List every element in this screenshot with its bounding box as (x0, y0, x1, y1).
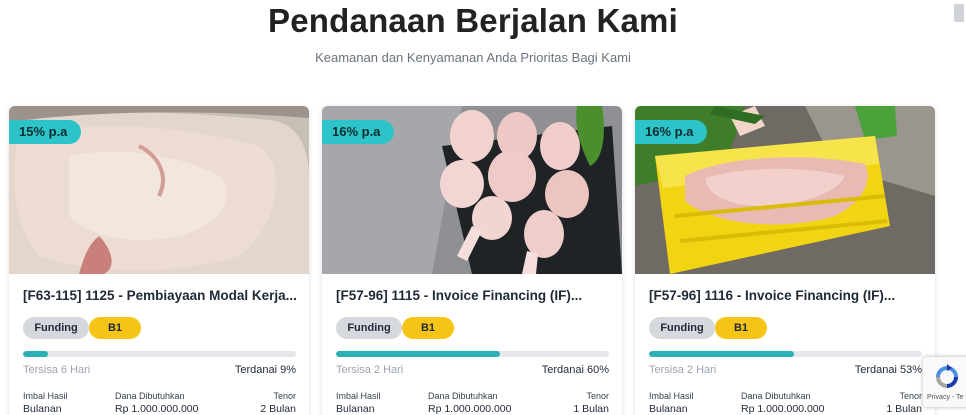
funding-progress-fill (23, 351, 48, 357)
remaining-days: Tersisa 6 Hari (23, 364, 91, 376)
tenor-label: Tenor (273, 391, 296, 401)
return-value: Bulanan (649, 403, 688, 415)
funding-card[interactable]: 15% p.a [F63-115] 1125 - Pembiayaan Moda… (9, 106, 309, 415)
recaptcha-privacy-link[interactable]: Privacy - Te (927, 394, 963, 401)
remaining-days: Tersisa 2 Hari (649, 364, 717, 376)
needed-label: Dana Dibutuhkan (115, 391, 185, 401)
needed-value: Rp 1.000.000.000 (115, 403, 199, 415)
funded-percent: Terdanai 53% (854, 364, 922, 376)
tenor-value: 1 Bulan (886, 403, 922, 415)
funding-progress-bar (336, 351, 609, 357)
recaptcha-badge[interactable]: Privacy - Te (923, 357, 966, 407)
scroll-edge-indicator (954, 4, 964, 22)
card-title[interactable]: [F57-96] 1115 - Invoice Financing (IF)..… (336, 288, 616, 303)
interest-rate-badge: 15% p.a (9, 120, 82, 144)
recaptcha-icon (936, 364, 958, 388)
card-title[interactable]: [F63-115] 1125 - Pembiayaan Modal Kerja.… (23, 288, 303, 303)
return-value: Bulanan (336, 403, 375, 415)
funded-percent: Terdanai 9% (234, 364, 296, 376)
interest-rate-badge: 16% p.a (322, 120, 395, 144)
tenor-label: Tenor (586, 391, 609, 401)
grade-tag: B1 (89, 317, 141, 339)
remaining-days: Tersisa 2 Hari (336, 364, 404, 376)
needed-label: Dana Dibutuhkan (741, 391, 811, 401)
interest-rate-badge: 16% p.a (635, 120, 708, 144)
funding-progress-fill (649, 351, 794, 357)
tenor-value: 2 Bulan (260, 403, 296, 415)
status-tag: Funding (649, 317, 715, 339)
return-value: Bulanan (23, 403, 62, 415)
needed-value: Rp 1.000.000.000 (428, 403, 512, 415)
status-tag: Funding (23, 317, 89, 339)
page-title: Pendanaan Berjalan Kami (268, 2, 678, 39)
page-subtitle: Keamanan dan Kenyamanan Anda Prioritas B… (315, 50, 631, 65)
needed-label: Dana Dibutuhkan (428, 391, 498, 401)
return-label: Imbal Hasil (649, 391, 694, 401)
return-label: Imbal Hasil (23, 391, 68, 401)
status-tag: Funding (336, 317, 402, 339)
return-label: Imbal Hasil (336, 391, 381, 401)
tenor-value: 1 Bulan (573, 403, 609, 415)
funding-card[interactable]: 16% p.a [F57-96] 1115 - Invoice Financin… (322, 106, 622, 415)
funding-progress-bar (649, 351, 922, 357)
card-title[interactable]: [F57-96] 1116 - Invoice Financing (IF)..… (649, 288, 929, 303)
grade-tag: B1 (715, 317, 767, 339)
funding-progress-fill (336, 351, 500, 357)
funding-progress-bar (23, 351, 296, 357)
grade-tag: B1 (402, 317, 454, 339)
funding-card[interactable]: 16% p.a [F57-96] 1116 - Invoice Financin… (635, 106, 935, 415)
tenor-label: Tenor (899, 391, 922, 401)
funded-percent: Terdanai 60% (541, 364, 609, 376)
needed-value: Rp 1.000.000.000 (741, 403, 825, 415)
